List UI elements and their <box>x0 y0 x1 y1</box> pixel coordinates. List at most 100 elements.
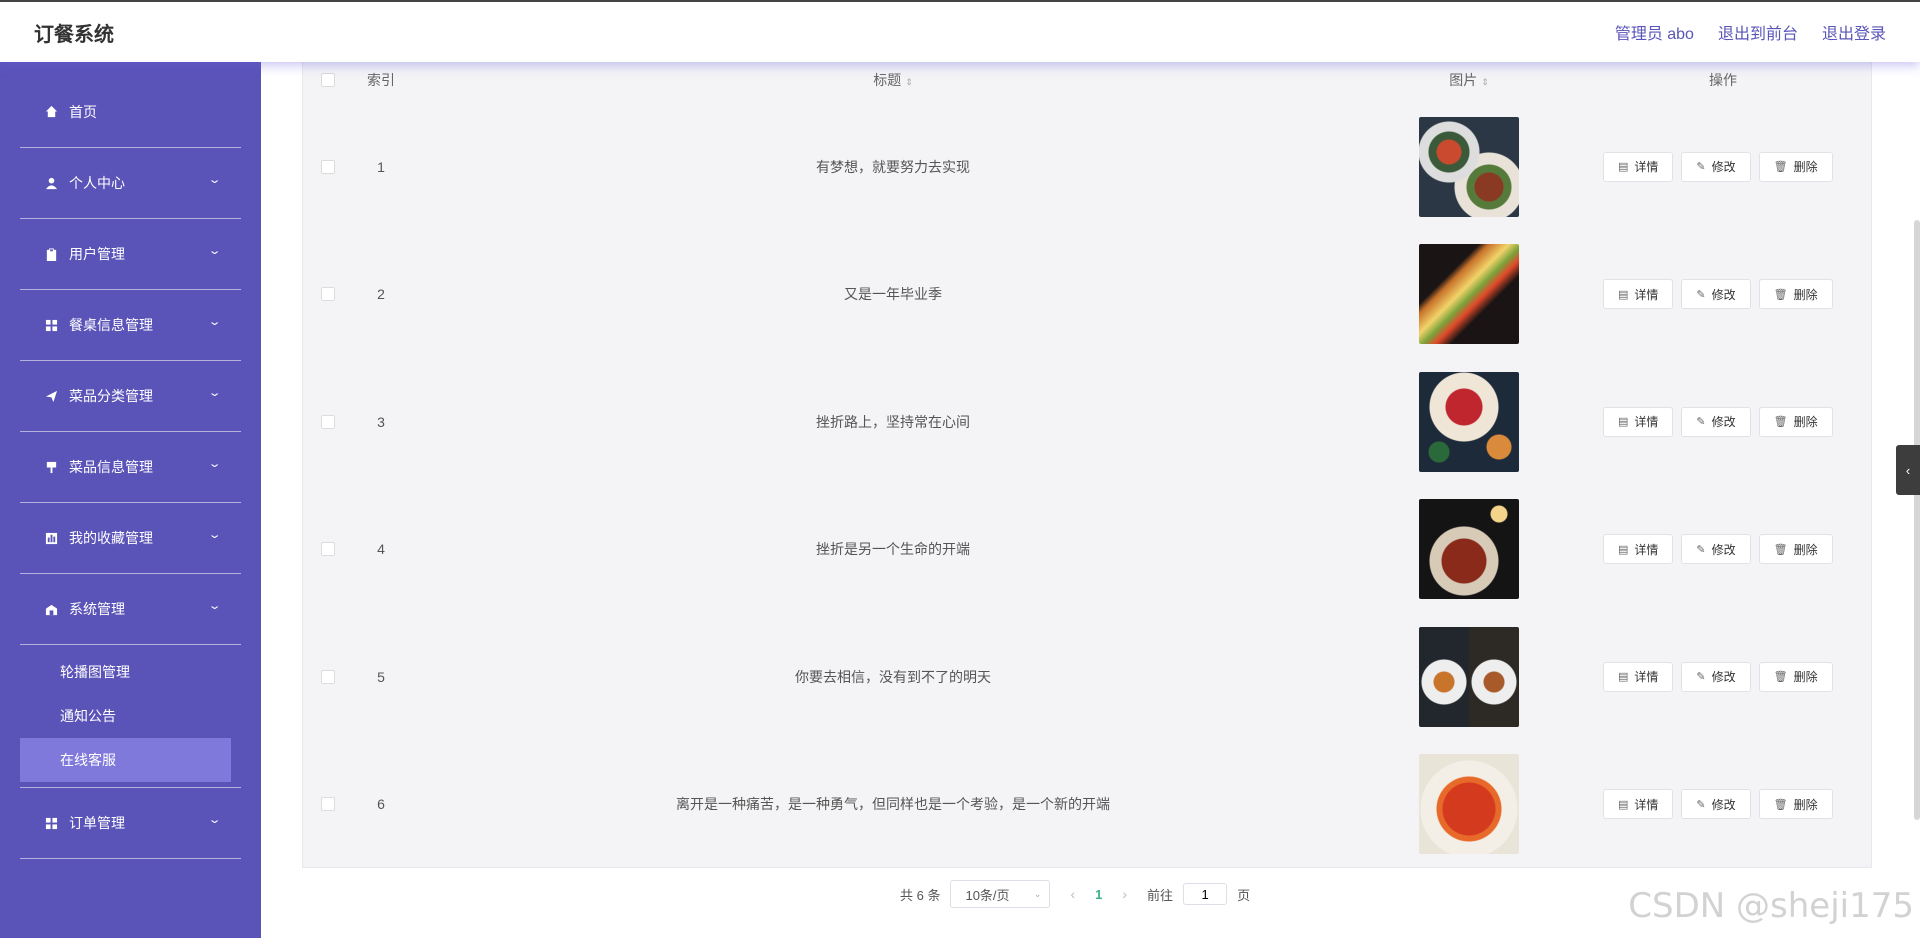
detail-button-label: 详情 <box>1634 670 1659 685</box>
row-title: 又是一年毕业季 <box>844 286 942 303</box>
app-brand: 订餐系统 <box>34 23 114 46</box>
sidebar-item-home[interactable]: 首页 <box>20 62 241 148</box>
row-image[interactable] <box>1419 371 1519 472</box>
sidebar-item-favorites[interactable]: 我的收藏管理 ⌄ <box>20 503 241 574</box>
detail-button[interactable]: ▤ 详情 <box>1603 789 1674 820</box>
trash-icon: 🗑 <box>1773 671 1788 684</box>
row-checkbox[interactable] <box>321 797 335 812</box>
grid-icon <box>45 817 58 829</box>
sidebar-item-label: 订单管理 <box>69 815 125 831</box>
table-row: 6 离开是一种痛苦，是一种勇气，但同样也是一个考验，是一个新的开端 ▤ 详情 ✎ 修改 🗑 删… <box>303 741 1871 869</box>
edit-button[interactable]: ✎ 修改 <box>1681 661 1751 692</box>
row-index: 2 <box>377 286 385 303</box>
select-all-checkbox[interactable] <box>321 73 335 87</box>
submenu-item-online-service[interactable]: 在线客服 <box>20 738 231 782</box>
page-size-select[interactable]: 10条/页 ⌄ <box>950 880 1051 908</box>
user-icon <box>45 177 58 189</box>
sidebar-item-system[interactable]: 系统管理 ⌄ <box>20 574 241 645</box>
row-actions: ▤ 详情 ✎ 修改 🗑 删除 <box>1603 789 1833 820</box>
row-checkbox[interactable] <box>321 287 335 302</box>
edit-button-label: 修改 <box>1711 287 1736 302</box>
row-image[interactable] <box>1419 116 1519 217</box>
sidebar-item-users[interactable]: 用户管理 ⌄ <box>20 219 241 290</box>
delete-button[interactable]: 🗑 删除 <box>1758 406 1833 437</box>
grid-icon <box>45 319 58 331</box>
header-title-label: 标题 <box>873 72 902 88</box>
sidebar-item-profile[interactable]: 个人中心 ⌄ <box>20 148 241 219</box>
sidebar-item-dish-category[interactable]: 菜品分类管理 ⌄ <box>20 361 241 432</box>
page-number-current[interactable]: 1 <box>1095 887 1102 902</box>
delete-button-label: 删除 <box>1793 670 1818 685</box>
sidebar-item-label: 餐桌信息管理 <box>69 317 153 333</box>
logout-link[interactable]: 退出登录 <box>1822 20 1886 44</box>
delete-button[interactable]: 🗑 删除 <box>1758 789 1833 820</box>
send-icon <box>45 390 58 402</box>
edit-button-label: 修改 <box>1711 797 1736 812</box>
page-scrollbar[interactable] <box>1914 220 1920 820</box>
submenu-item-carousel[interactable]: 轮播图管理 <box>20 650 241 694</box>
gear-icon <box>45 604 58 615</box>
admin-user-link[interactable]: 管理员 abo <box>1615 20 1694 44</box>
edit-button[interactable]: ✎ 修改 <box>1681 279 1751 310</box>
header-title[interactable]: 标题 ⇕ <box>648 70 1138 90</box>
row-image[interactable] <box>1419 754 1519 855</box>
row-checkbox[interactable] <box>321 542 335 557</box>
detail-button[interactable]: ▤ 详情 <box>1603 151 1674 182</box>
document-icon: ▤ <box>1618 671 1629 684</box>
header-links: 管理员 abo 退出到前台 退出登录 <box>1615 20 1886 44</box>
pencil-icon: ✎ <box>1696 671 1706 684</box>
detail-button[interactable]: ▤ 详情 <box>1603 406 1674 437</box>
header-image[interactable]: 图片 ⇕ <box>1419 70 1519 90</box>
header-index: 索引 <box>367 72 395 88</box>
edit-button[interactable]: ✎ 修改 <box>1681 534 1751 565</box>
sidebar-item-tables[interactable]: 餐桌信息管理 ⌄ <box>20 290 241 361</box>
pencil-icon: ✎ <box>1696 543 1706 556</box>
prev-page-button[interactable]: ‹ <box>1060 886 1085 902</box>
collapse-panel-tab[interactable]: ‹ <box>1896 445 1920 495</box>
sidebar-item-orders[interactable]: 订单管理 ⌄ <box>20 788 241 859</box>
submenu-item-notice[interactable]: 通知公告 <box>20 694 241 738</box>
delete-button[interactable]: 🗑 删除 <box>1758 279 1833 310</box>
header-actions: 操作 <box>1709 72 1737 88</box>
sort-icon[interactable]: ⇕ <box>905 77 913 87</box>
edit-button-label: 修改 <box>1711 415 1736 430</box>
chevron-down-icon: ⌄ <box>207 316 222 328</box>
detail-button[interactable]: ▤ 详情 <box>1603 661 1674 692</box>
edit-button-label: 修改 <box>1711 542 1736 557</box>
detail-button[interactable]: ▤ 详情 <box>1603 279 1674 310</box>
row-index: 3 <box>377 413 385 430</box>
row-image[interactable] <box>1419 499 1519 600</box>
sidebar-item-label: 菜品信息管理 <box>69 459 153 475</box>
delete-button[interactable]: 🗑 删除 <box>1758 661 1833 692</box>
row-actions: ▤ 详情 ✎ 修改 🗑 删除 <box>1603 661 1833 692</box>
goto-label: 前往 <box>1147 887 1174 903</box>
detail-button-label: 详情 <box>1634 415 1659 430</box>
row-checkbox[interactable] <box>321 414 335 429</box>
sidebar-item-label: 个人中心 <box>69 175 125 191</box>
sidebar-item-label: 我的收藏管理 <box>69 530 153 546</box>
detail-button-label: 详情 <box>1634 542 1659 557</box>
header-image-label: 图片 <box>1449 72 1478 88</box>
edit-button[interactable]: ✎ 修改 <box>1681 406 1751 437</box>
sort-icon[interactable]: ⇕ <box>1481 77 1489 87</box>
row-checkbox[interactable] <box>321 669 335 684</box>
trash-icon: 🗑 <box>1773 161 1788 174</box>
row-checkbox[interactable] <box>321 159 335 174</box>
chevron-down-icon: ⌄ <box>207 387 222 399</box>
row-image[interactable] <box>1419 626 1519 727</box>
edit-button[interactable]: ✎ 修改 <box>1681 789 1751 820</box>
document-icon: ▤ <box>1618 416 1629 429</box>
next-page-button[interactable]: › <box>1112 886 1137 902</box>
sidebar-item-label: 菜品分类管理 <box>69 388 153 404</box>
delete-button[interactable]: 🗑 删除 <box>1758 151 1833 182</box>
detail-button[interactable]: ▤ 详情 <box>1603 534 1674 565</box>
sidebar-item-label: 系统管理 <box>69 601 125 617</box>
sidebar-item-dish-info[interactable]: 菜品信息管理 ⌄ <box>20 432 241 503</box>
delete-button[interactable]: 🗑 删除 <box>1758 534 1833 565</box>
edit-button[interactable]: ✎ 修改 <box>1681 151 1751 182</box>
row-title: 离开是一种痛苦，是一种勇气，但同样也是一个考验，是一个新的开端 <box>676 796 1110 813</box>
chevron-down-icon: ⌄ <box>207 174 222 186</box>
back-to-front-link[interactable]: 退出到前台 <box>1718 20 1798 44</box>
row-image[interactable] <box>1419 244 1519 345</box>
goto-page-input[interactable] <box>1183 883 1228 905</box>
